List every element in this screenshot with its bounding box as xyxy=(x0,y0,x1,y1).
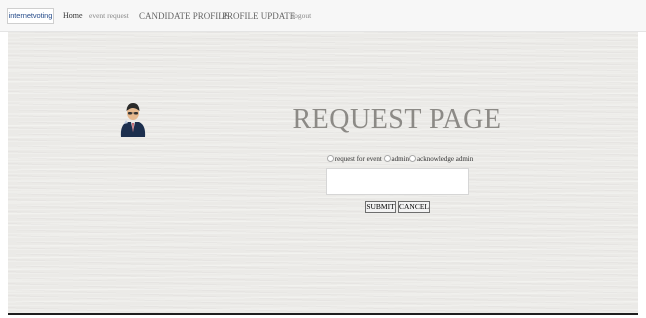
radio-label-request-for-event: request for event xyxy=(334,155,382,163)
content-panel xyxy=(8,32,638,314)
radio-label-admin: admin xyxy=(391,155,410,163)
submit-button[interactable]: SUBMIT xyxy=(365,201,396,213)
top-navbar: internetvoting Home event request CANDID… xyxy=(0,0,646,32)
brand-logo[interactable]: internetvoting xyxy=(7,8,54,24)
radio-label-acknowledge-admin: acknowledge admin xyxy=(417,155,474,163)
cancel-button[interactable]: CANCEL xyxy=(398,201,430,213)
radio-request-for-event[interactable] xyxy=(326,155,334,162)
nav-home-link[interactable]: Home xyxy=(63,11,83,20)
nav-candidate-profile-link[interactable]: CANDIDATE PROFILE xyxy=(139,11,229,21)
nav-profile-update-link[interactable]: PROFILE UPDATE xyxy=(222,11,295,21)
nav-event-request-link[interactable]: event request xyxy=(89,11,129,20)
bottom-divider xyxy=(8,313,638,315)
user-avatar-icon xyxy=(120,103,146,137)
request-type-options: request for event admin acknowledge admin xyxy=(300,155,500,163)
page-title: REQUEST PAGE xyxy=(292,104,502,135)
radio-acknowledge-admin[interactable] xyxy=(409,155,417,162)
request-message-textarea[interactable] xyxy=(326,168,469,195)
nav-logout-link[interactable]: logout xyxy=(292,11,311,20)
radio-admin[interactable] xyxy=(383,155,391,162)
